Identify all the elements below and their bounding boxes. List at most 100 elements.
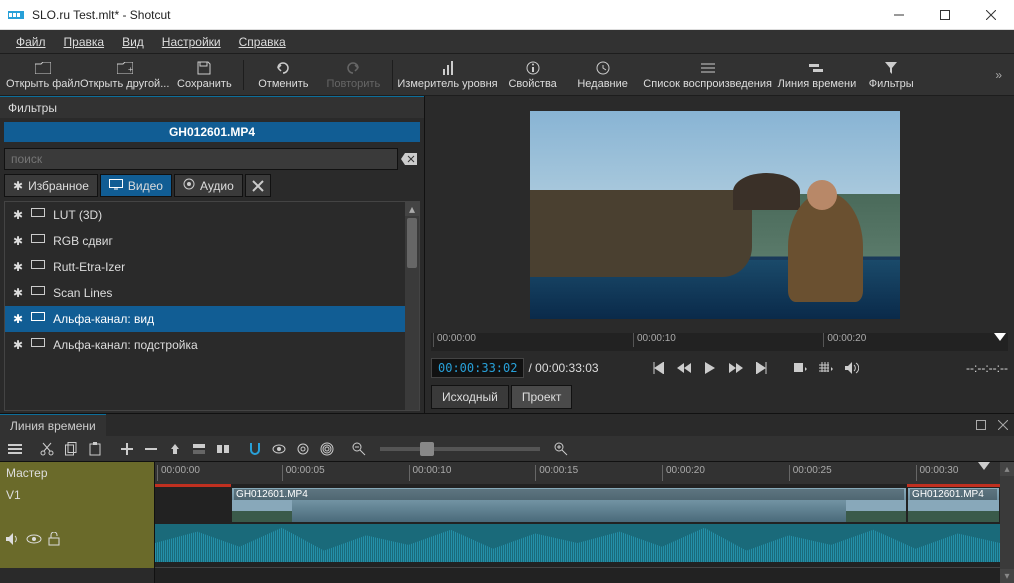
open-file-button[interactable]: Открыть файл [6, 55, 80, 95]
menu-file[interactable]: Файл [8, 33, 54, 51]
timeline-panel-tab[interactable]: Линия времени [0, 414, 106, 436]
ruler-mark: 00:00:15 [535, 465, 578, 481]
speaker-icon[interactable] [6, 532, 20, 546]
lock-icon[interactable] [48, 532, 60, 546]
clip-thumb [232, 500, 292, 522]
ruler-mark: 00:00:10 [409, 465, 452, 481]
filter-item-scanlines[interactable]: ✱Scan Lines [5, 280, 405, 306]
zoom-slider[interactable] [380, 447, 540, 451]
monitor-icon [31, 338, 45, 352]
overwrite-button[interactable] [188, 438, 210, 460]
timeline-button[interactable]: Линия времени [778, 55, 857, 95]
ripple-button[interactable] [292, 438, 314, 460]
menu-view[interactable]: Вид [114, 33, 152, 51]
playlist-button[interactable]: Список воспроизведения [638, 55, 778, 95]
menu-edit[interactable]: Правка [56, 33, 113, 51]
filter-item-rgbshift[interactable]: ✱RGB сдвиг [5, 228, 405, 254]
save-icon [197, 60, 211, 76]
audio-waveform[interactable] [155, 524, 1000, 562]
timeline-toolbar [0, 436, 1014, 462]
close-category-button[interactable] [245, 174, 271, 197]
meter-icon [441, 60, 455, 76]
skip-end-button[interactable] [751, 357, 773, 379]
video-tab[interactable]: Видео [100, 174, 172, 197]
copy-button[interactable] [60, 438, 82, 460]
timeline-tracks-area[interactable]: 00:00:00 00:00:05 00:00:10 00:00:15 00:0… [155, 462, 1000, 583]
scroll-thumb[interactable] [407, 218, 417, 268]
zoom-out-button[interactable] [348, 438, 370, 460]
toolbar-overflow-button[interactable]: » [989, 68, 1008, 82]
star-icon: ✱ [13, 208, 23, 222]
timecode-current[interactable]: 00:00:33:02 [431, 358, 524, 378]
ripple-all-button[interactable] [316, 438, 338, 460]
volume-button[interactable] [841, 357, 863, 379]
eye-icon[interactable] [26, 532, 42, 546]
undo-button[interactable]: Отменить [248, 55, 318, 95]
snap-button[interactable] [244, 438, 266, 460]
grid-menu-button[interactable] [815, 357, 837, 379]
recent-button[interactable]: Недавние [568, 55, 638, 95]
scrub-button[interactable] [268, 438, 290, 460]
clear-search-button[interactable] [398, 148, 420, 170]
scroll-up-icon[interactable]: ▴ [405, 202, 419, 216]
close-button[interactable] [968, 0, 1014, 30]
paste-button[interactable] [84, 438, 106, 460]
skip-start-button[interactable] [647, 357, 669, 379]
filter-item-alpha-view[interactable]: ✱Альфа-канал: вид [5, 306, 405, 332]
favorites-tab[interactable]: ✱Избранное [4, 174, 98, 197]
zoom-in-button[interactable] [550, 438, 572, 460]
filters-button[interactable]: Фильтры [856, 55, 926, 95]
source-tab[interactable]: Исходный [431, 385, 509, 409]
scroll-up-icon[interactable]: ▴ [1000, 462, 1014, 476]
remove-button[interactable] [140, 438, 162, 460]
peak-meter-button[interactable]: Измеритель уровня [397, 55, 497, 95]
menu-help[interactable]: Справка [231, 33, 294, 51]
redo-button[interactable]: Повторить [318, 55, 388, 95]
monitor-icon [31, 286, 45, 300]
timeline-close-button[interactable] [992, 414, 1014, 436]
filter-search-input[interactable] [4, 148, 398, 170]
timeline-ruler[interactable]: 00:00:00 00:00:05 00:00:10 00:00:15 00:0… [155, 462, 1000, 484]
maximize-button[interactable] [922, 0, 968, 30]
save-button[interactable]: Сохранить [169, 55, 239, 95]
forward-button[interactable] [725, 357, 747, 379]
v1-track[interactable]: GH012601.MP4 GH012601.MP4 [155, 484, 1000, 568]
timeline-icon [809, 60, 825, 76]
append-button[interactable] [116, 438, 138, 460]
properties-button[interactable]: Свойства [498, 55, 568, 95]
filters-panel: Фильтры GH012601.MP4 ✱Избранное Видео Ау… [0, 96, 425, 413]
master-track-header[interactable]: Мастер [0, 462, 154, 484]
open-other-button[interactable]: +Открыть другой... [80, 55, 169, 95]
play-button[interactable] [699, 357, 721, 379]
ruler-mark: 00:00:00 [157, 465, 200, 481]
timeline-clip[interactable]: GH012601.MP4 [231, 487, 907, 523]
filter-list-scrollbar[interactable]: ▴ [405, 202, 419, 410]
zoom-menu-button[interactable] [789, 357, 811, 379]
timeline-vscrollbar[interactable]: ▴ ▾ [1000, 462, 1014, 583]
filter-item-rutt[interactable]: ✱Rutt-Etra-Izer [5, 254, 405, 280]
project-tab[interactable]: Проект [511, 385, 573, 409]
rewind-button[interactable] [673, 357, 695, 379]
menu-settings[interactable]: Настройки [154, 33, 229, 51]
preview-playhead[interactable] [994, 333, 1006, 341]
folder-icon [35, 60, 51, 76]
v1-track-header[interactable]: V1 [0, 484, 154, 568]
split-button[interactable] [212, 438, 234, 460]
minimize-button[interactable] [876, 0, 922, 30]
timeline-clip[interactable]: GH012601.MP4 [907, 487, 1000, 523]
timeline-undock-button[interactable] [970, 414, 992, 436]
timeline-playhead[interactable] [978, 462, 990, 470]
preview-panel: 00:00:00 00:00:10 00:00:20 00:00:33:02 /… [425, 96, 1014, 413]
lift-button[interactable] [164, 438, 186, 460]
record-icon [183, 178, 195, 193]
preview-ruler[interactable]: 00:00:00 00:00:10 00:00:20 [431, 333, 1008, 351]
filters-panel-tab[interactable]: Фильтры [0, 96, 424, 118]
transport-controls: 00:00:33:02 / 00:00:33:03 --:--:--:-- [425, 355, 1014, 381]
audio-tab[interactable]: Аудио [174, 174, 243, 197]
zoom-handle[interactable] [420, 442, 434, 456]
tl-menu-button[interactable] [4, 438, 26, 460]
filter-item-alpha-adjust[interactable]: ✱Альфа-канал: подстройка [5, 332, 405, 358]
scroll-down-icon[interactable]: ▾ [1000, 569, 1014, 583]
cut-button[interactable] [36, 438, 58, 460]
filter-item-lut3d[interactable]: ✱LUT (3D) [5, 202, 405, 228]
